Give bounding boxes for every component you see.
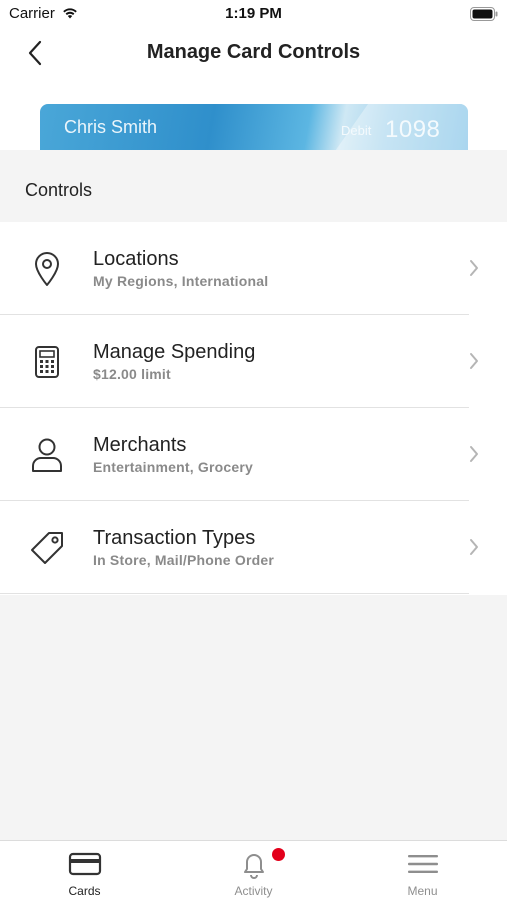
hamburger-menu-icon [338, 851, 507, 877]
chevron-right-icon [468, 258, 480, 283]
map-pin-icon [27, 249, 67, 289]
credit-card-icon [0, 851, 169, 877]
control-row-manage-spending[interactable]: Manage Spending $12.00 limit [0, 315, 507, 408]
navigation-bar: Manage Card Controls [0, 30, 507, 76]
section-header: Controls [0, 150, 507, 222]
control-subtitle: $12.00 limit [93, 366, 171, 382]
control-title: Manage Spending [93, 341, 256, 363]
bell-icon [169, 851, 338, 879]
tab-menu[interactable]: Menu [338, 841, 507, 900]
debit-card[interactable]: Chris Smith Debit 1098 [40, 104, 468, 150]
chevron-right-icon [468, 351, 480, 376]
control-title: Transaction Types [93, 527, 256, 549]
section-title: Controls [25, 180, 93, 200]
control-row-merchants[interactable]: Merchants Entertainment, Grocery [0, 408, 507, 501]
notification-badge [272, 848, 285, 861]
chevron-right-icon [468, 444, 480, 469]
control-subtitle: Entertainment, Grocery [93, 459, 253, 475]
card-type-label: Debit [341, 123, 372, 138]
row-divider [0, 593, 469, 594]
tab-bar: Cards Activity Menu [0, 840, 507, 900]
page-title: Manage Card Controls [146, 41, 361, 63]
calculator-icon [27, 342, 67, 382]
control-row-transaction-types[interactable]: Transaction Types In Store, Mail/Phone O… [0, 501, 507, 594]
tab-label: Activity [234, 884, 273, 898]
control-subtitle: In Store, Mail/Phone Order [93, 552, 275, 568]
card-last-four: 1098 [385, 116, 441, 143]
tag-icon [27, 528, 67, 568]
tab-activity[interactable]: Activity [169, 841, 338, 900]
control-title: Merchants [93, 434, 187, 456]
battery-icon [470, 7, 498, 26]
card-preview: Chris Smith Debit 1098 [0, 76, 507, 150]
tab-cards[interactable]: Cards [0, 841, 169, 900]
status-bar: Carrier 1:19 PM [0, 0, 507, 30]
card-holder-name: Chris Smith [64, 117, 158, 137]
person-icon [27, 435, 67, 475]
chevron-right-icon [468, 537, 480, 562]
control-subtitle: My Regions, International [93, 273, 269, 289]
control-title: Locations [93, 248, 179, 270]
control-row-locations[interactable]: Locations My Regions, International [0, 222, 507, 315]
status-time: 1:19 PM [225, 5, 282, 22]
controls-list: Locations My Regions, International Mana… [0, 222, 507, 595]
tab-label: Menu [407, 884, 438, 898]
tab-label: Cards [68, 884, 101, 898]
